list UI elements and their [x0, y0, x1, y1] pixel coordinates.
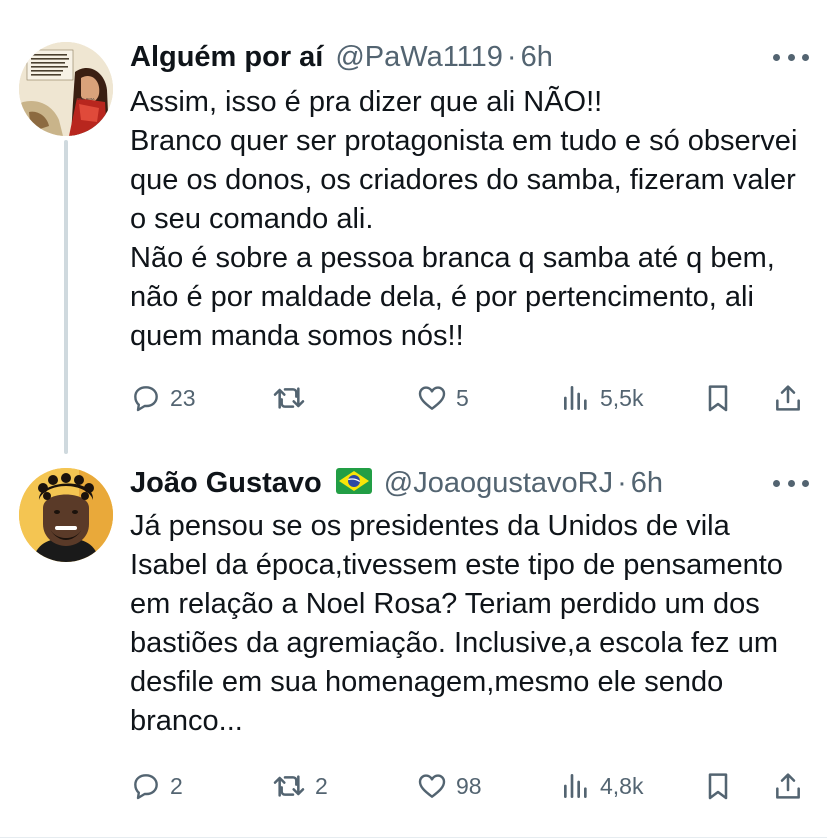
avatar-image: [19, 468, 113, 562]
share-icon: [776, 385, 800, 411]
retweet-button[interactable]: 2: [271, 764, 328, 808]
svg-text:NOEL ROSA: NOEL ROSA: [77, 97, 96, 101]
like-count: 98: [456, 772, 482, 799]
tweet-time[interactable]: 6h: [631, 467, 663, 500]
profile-photo-icon[interactable]: [19, 468, 113, 562]
retweet-icon: [273, 387, 305, 409]
heart-icon: [418, 386, 446, 410]
separator: ·: [617, 466, 627, 499]
views-count: 5,5k: [600, 384, 644, 411]
share-button[interactable]: [772, 376, 804, 420]
thread-line: [64, 140, 68, 454]
tweet-header: Alguém por aí @PaWa1119 · 6h: [130, 37, 553, 77]
tweet-actions: 23 5 5,5k: [128, 376, 818, 420]
reply-button[interactable]: 2: [130, 764, 183, 808]
more-icon[interactable]: [773, 471, 809, 495]
tweet-text: Assim, isso é pra dizer que ali NÃO!! Br…: [130, 83, 810, 356]
bookmark-icon: [708, 385, 728, 412]
separator: ·: [506, 40, 517, 73]
tweet-text-line: Já pensou se os presidentes da Unidos de…: [130, 510, 783, 737]
avatar-image: NOEL ROSA: [19, 42, 113, 136]
author-name[interactable]: João Gustavo: [130, 467, 322, 500]
tweet-header: João Gustavo @JoaogustavoRJ · 6h: [130, 463, 663, 503]
views-icon: [564, 774, 587, 798]
brazil-flag-icon: [335, 467, 372, 499]
views-button[interactable]: 5,5k: [560, 376, 643, 420]
tweet-time[interactable]: 6h: [521, 41, 553, 74]
like-button[interactable]: 5: [416, 376, 469, 420]
reply-button[interactable]: 23: [130, 376, 196, 420]
like-button[interactable]: 98: [416, 764, 482, 808]
views-count: 4,8k: [600, 772, 644, 799]
heart-icon: [418, 774, 446, 798]
retweet-count: 2: [315, 772, 328, 799]
tweet-text-line: Branco quer ser protagonista em tudo e s…: [130, 125, 798, 235]
like-count: 5: [456, 384, 469, 411]
views-button[interactable]: 4,8k: [560, 764, 643, 808]
author-handle[interactable]: @PaWa1119: [335, 41, 503, 74]
tweet[interactable]: João Gustavo @JoaogustavoRJ · 6h Já pens…: [0, 448, 827, 838]
tweet-text-line: Assim, isso é pra dizer que ali NÃO!!: [130, 86, 603, 118]
comic-avatar-icon[interactable]: NOEL ROSA: [19, 42, 113, 136]
bookmark-button[interactable]: [702, 764, 734, 808]
tweet-actions: 2 2 98 4,8k: [128, 764, 818, 808]
share-icon: [776, 773, 800, 799]
share-button[interactable]: [772, 764, 804, 808]
reply-count: 2: [170, 772, 183, 799]
retweet-button[interactable]: [271, 376, 315, 420]
more-icon[interactable]: [773, 45, 809, 69]
tweet[interactable]: NOEL ROSA Alguém por aí @PaWa1119 · 6h A…: [0, 0, 827, 454]
retweet-icon: [273, 775, 305, 797]
author-handle[interactable]: @JoaogustavoRJ: [384, 467, 613, 500]
bookmark-icon: [708, 773, 728, 800]
author-name[interactable]: Alguém por aí: [130, 41, 323, 74]
reply-count: 23: [170, 384, 196, 411]
reply-icon: [134, 774, 158, 800]
bookmark-button[interactable]: [702, 376, 734, 420]
tweet-text: Já pensou se os presidentes da Unidos de…: [130, 507, 790, 741]
views-icon: [564, 386, 587, 410]
reply-icon: [134, 386, 158, 412]
tweet-text-line: Não é sobre a pessoa branca q samba até …: [130, 242, 775, 352]
